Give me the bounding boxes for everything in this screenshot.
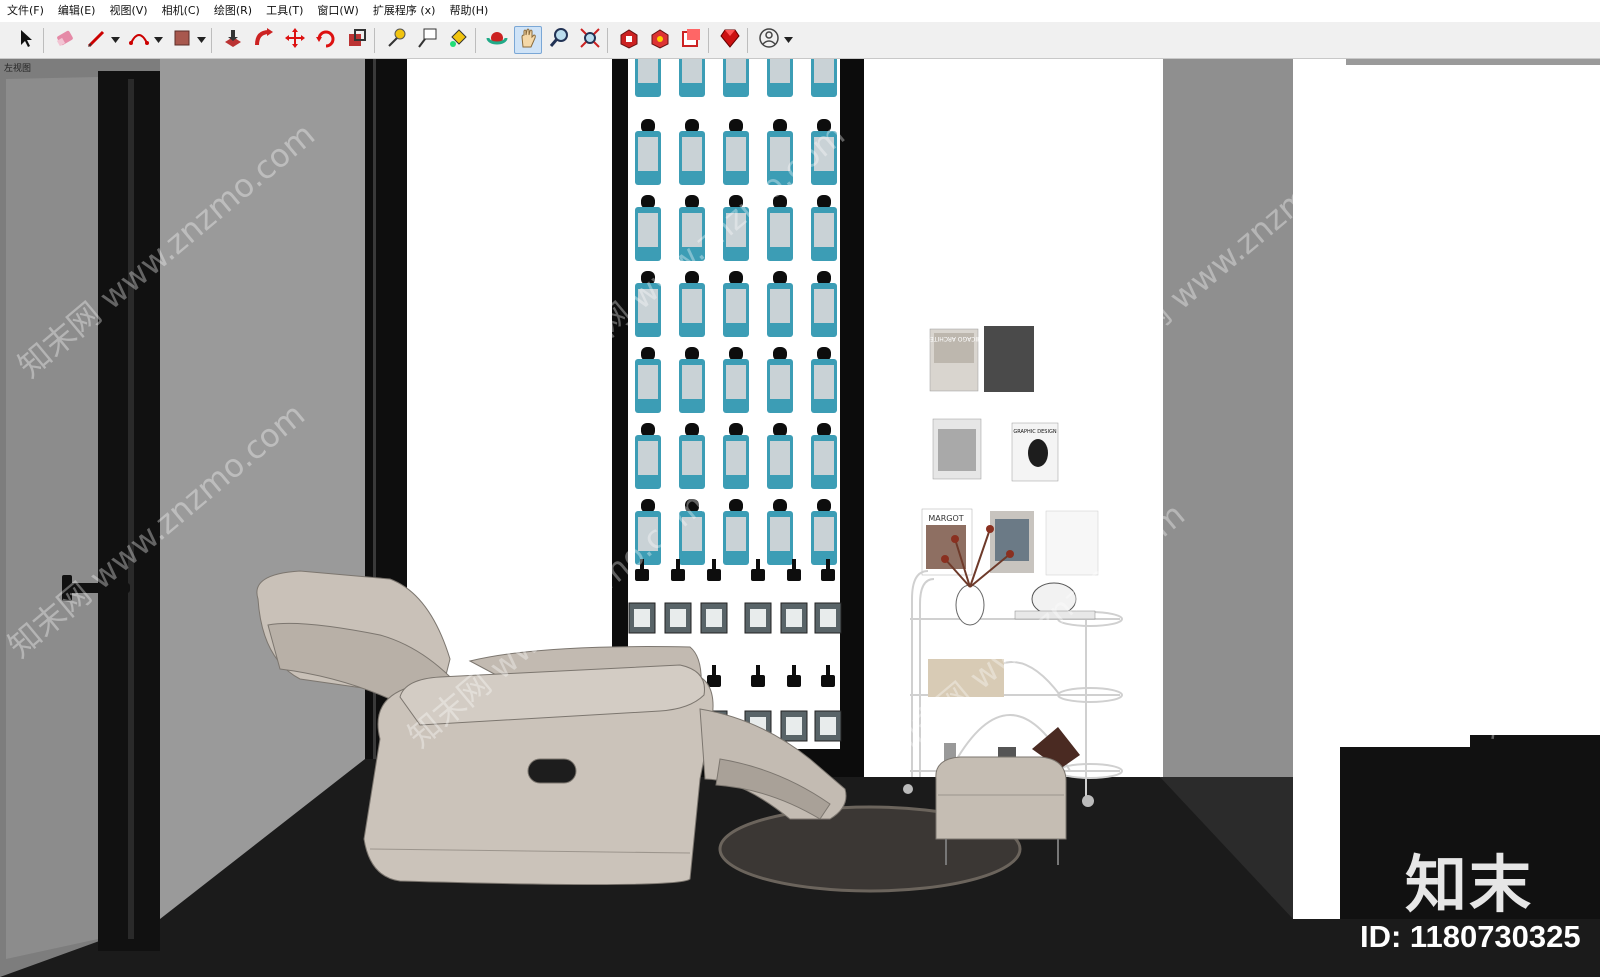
serum-box	[628, 602, 656, 634]
chevron-down-icon[interactable]	[783, 34, 793, 46]
follow-me-tool-button[interactable]	[250, 26, 278, 54]
3d-warehouse-tool-button[interactable]	[615, 26, 643, 54]
serum-box	[664, 602, 692, 634]
menu-item-7[interactable]: 扩展程序 (x)	[366, 0, 443, 22]
menu-item-8[interactable]: 帮助(H)	[442, 0, 495, 22]
toolbar	[0, 22, 1600, 59]
poster-title: MARGOT	[928, 514, 963, 523]
view-name-label: 左视图	[4, 64, 32, 74]
poster-title: CHICAGO ARCHITECT	[922, 335, 986, 342]
zoom-icon	[548, 27, 570, 53]
zoom-extents-icon	[579, 27, 601, 53]
toolbar-separator	[607, 28, 608, 53]
toolbar-separator	[708, 28, 709, 53]
extension-warehouse-tool-button[interactable]	[646, 26, 674, 54]
paint-bucket-tool-button[interactable]	[444, 26, 472, 54]
chevron-down-icon[interactable]	[196, 34, 206, 46]
bottle	[767, 59, 793, 97]
bottle	[679, 59, 705, 97]
tape-measure-icon	[385, 27, 407, 53]
account-user-icon	[758, 27, 780, 53]
move-tool-button[interactable]	[281, 26, 309, 54]
door-wall	[0, 59, 160, 977]
right-wall	[1160, 59, 1600, 919]
chevron-down-icon[interactable]	[110, 34, 120, 46]
account-user-tool-button[interactable]	[755, 26, 783, 54]
bottle	[723, 59, 749, 97]
menu-item-4[interactable]: 绘图(R)	[207, 0, 259, 22]
move-icon	[284, 27, 306, 53]
rectangle-tool-button[interactable]	[168, 26, 196, 54]
offset-tool-button[interactable]	[343, 26, 371, 54]
offset-icon	[346, 27, 368, 53]
pan-hand-tool-button[interactable]	[514, 26, 542, 54]
bottle	[635, 59, 661, 97]
serum-box	[744, 602, 772, 634]
orbit-icon	[486, 27, 508, 53]
toolbar-separator	[374, 28, 375, 53]
rotate-icon	[315, 27, 337, 53]
menu-bar: 文件(F) 编辑(E) 视图(V) 相机(C) 绘图(R) 工具(T) 窗口(W) 扩展程序 …	[0, 0, 1600, 22]
arc-tool-button[interactable]	[125, 26, 153, 54]
rotate-tool-button[interactable]	[312, 26, 340, 54]
menu-item-1[interactable]: 编辑(E)	[51, 0, 103, 22]
serum-box	[780, 710, 808, 742]
watermark-brand: 知末	[1405, 848, 1534, 921]
eraser-tool-button[interactable]	[51, 26, 79, 54]
serum-box	[814, 710, 842, 742]
serum-box	[814, 602, 842, 634]
send-to-layout-icon	[680, 27, 702, 53]
zoom-tool-button[interactable]	[545, 26, 573, 54]
eraser-icon	[54, 27, 76, 53]
tape-measure-tool-button[interactable]	[382, 26, 410, 54]
poster-title: GRAPHIC DESIGN	[1013, 429, 1056, 435]
paint-bucket-icon	[447, 27, 469, 53]
arc-icon	[128, 27, 150, 53]
serum-box	[700, 602, 728, 634]
pencil-line-tool-button[interactable]	[82, 26, 110, 54]
follow-me-icon	[253, 27, 275, 53]
ruby-console-icon	[719, 27, 741, 53]
menu-item-2[interactable]: 视图(V)	[102, 0, 154, 22]
chevron-down-icon[interactable]	[153, 34, 163, 46]
pan-hand-icon	[517, 27, 539, 53]
push-pull-icon	[222, 27, 244, 53]
select-arrow-tool-button[interactable]	[12, 26, 40, 54]
toolbar-separator	[747, 28, 748, 53]
extension-warehouse-icon	[649, 27, 671, 53]
text-label-tool-button[interactable]	[413, 26, 441, 54]
menu-item-6[interactable]: 窗口(W)	[310, 0, 365, 22]
serum-box	[780, 602, 808, 634]
menu-item-0[interactable]: 文件(F)	[0, 0, 51, 22]
zoom-extents-tool-button[interactable]	[576, 26, 604, 54]
3d-warehouse-icon	[618, 27, 640, 53]
text-label-icon	[416, 27, 438, 53]
send-to-layout-tool-button[interactable]	[677, 26, 705, 54]
3d-viewport[interactable]: CHICAGO ARCHITECT GRAPHIC DESIGN MARGOT	[0, 59, 1600, 977]
push-pull-tool-button[interactable]	[219, 26, 247, 54]
select-arrow-icon	[15, 27, 37, 53]
menu-item-5[interactable]: 工具(T)	[259, 0, 310, 22]
watermark-id: ID: 1180730325	[1360, 919, 1581, 954]
toolbar-separator	[43, 28, 44, 53]
rectangle-icon	[171, 27, 193, 53]
pencil-line-icon	[85, 27, 107, 53]
ruby-console-tool-button[interactable]	[716, 26, 744, 54]
bottle	[811, 59, 837, 97]
toolbar-separator	[475, 28, 476, 53]
toolbar-separator	[211, 28, 212, 53]
scene-render[interactable]: CHICAGO ARCHITECT GRAPHIC DESIGN MARGOT	[0, 59, 1600, 977]
orbit-tool-button[interactable]	[483, 26, 511, 54]
menu-item-3[interactable]: 相机(C)	[155, 0, 207, 22]
